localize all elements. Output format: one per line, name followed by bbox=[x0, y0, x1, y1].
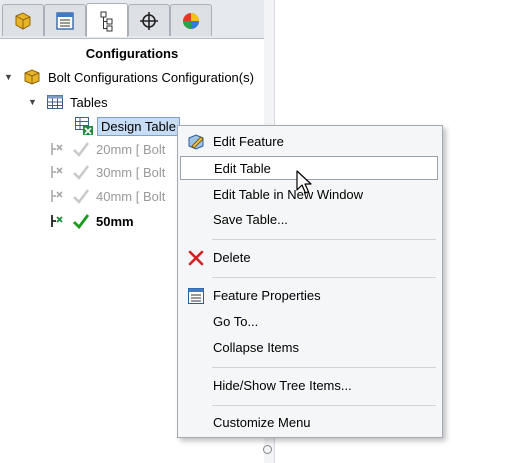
edit-feature-icon bbox=[188, 134, 204, 150]
menu-separator bbox=[212, 405, 436, 406]
config-row[interactable]: 20mm [ Bolt bbox=[50, 138, 165, 160]
tab-display-manager[interactable] bbox=[170, 4, 212, 36]
menu-item-go-to[interactable]: Go To... bbox=[180, 310, 438, 334]
inactive-config-icon bbox=[51, 142, 89, 157]
menu-item-delete[interactable]: Delete bbox=[180, 246, 438, 270]
config-label: 50mm bbox=[96, 213, 134, 229]
menu-separator bbox=[212, 367, 436, 368]
menu-item-customize-menu[interactable]: Customize Menu bbox=[180, 411, 438, 435]
mouse-cursor-icon bbox=[296, 170, 312, 194]
part-icon bbox=[24, 69, 40, 85]
inactive-config-icon bbox=[51, 189, 89, 204]
manager-tab-strip bbox=[0, 0, 264, 39]
menu-item-save-table[interactable]: Save Table... bbox=[180, 208, 438, 232]
tab-property-manager[interactable] bbox=[44, 4, 86, 36]
tree-design-table-row[interactable]: Design Table bbox=[74, 115, 180, 137]
menu-item-collapse-items[interactable]: Collapse Items bbox=[180, 336, 438, 360]
menu-item-hide-show-tree-items[interactable]: Hide/Show Tree Items... bbox=[180, 374, 438, 398]
tab-feature-manager[interactable] bbox=[2, 4, 44, 36]
menu-item-feature-properties[interactable]: Feature Properties bbox=[180, 284, 438, 308]
menu-separator bbox=[212, 277, 436, 278]
expand-arrow-icon[interactable]: ▼ bbox=[4, 72, 14, 82]
feature-properties-icon bbox=[188, 288, 204, 304]
config-label: 30mm [ Bolt bbox=[96, 164, 166, 180]
tree-tables-row[interactable]: ▼ Tables bbox=[28, 91, 108, 113]
config-row[interactable]: 40mm [ Bolt bbox=[50, 185, 165, 207]
tree-tables-label: Tables bbox=[70, 94, 108, 110]
feature-manager-tab-icon bbox=[15, 11, 31, 30]
config-label: 20mm [ Bolt bbox=[96, 141, 166, 157]
tables-folder-icon bbox=[47, 95, 63, 109]
active-config-icon bbox=[51, 214, 90, 230]
tree-root-label: Bolt Configurations Configuration(s) bbox=[48, 69, 254, 85]
tab-dimxpert-manager[interactable] bbox=[128, 4, 170, 36]
menu-separator bbox=[212, 239, 436, 240]
inactive-config-icon bbox=[51, 165, 89, 180]
dimxpert-manager-tab-icon bbox=[140, 11, 158, 30]
tree-root-row[interactable]: ▼ Bolt Configurations Configuration(s) bbox=[4, 66, 254, 88]
property-manager-tab-icon bbox=[56, 11, 74, 30]
config-row[interactable]: 30mm [ Bolt bbox=[50, 161, 165, 183]
tree-design-table-label: Design Table bbox=[97, 116, 180, 136]
display-manager-tab-icon bbox=[183, 12, 199, 29]
tab-configuration-manager[interactable] bbox=[86, 3, 128, 37]
design-table-icon bbox=[75, 117, 93, 135]
panel-title: Configurations bbox=[85, 46, 179, 61]
menu-item-edit-feature[interactable]: Edit Feature bbox=[180, 130, 438, 154]
config-row-active[interactable]: 50mm bbox=[50, 210, 134, 232]
delete-icon bbox=[188, 250, 204, 266]
expand-arrow-icon[interactable]: ▼ bbox=[28, 97, 38, 107]
config-label: 40mm [ Bolt bbox=[96, 188, 166, 204]
configuration-manager-tab-icon bbox=[100, 11, 113, 31]
resize-grip-icon[interactable] bbox=[263, 445, 272, 454]
